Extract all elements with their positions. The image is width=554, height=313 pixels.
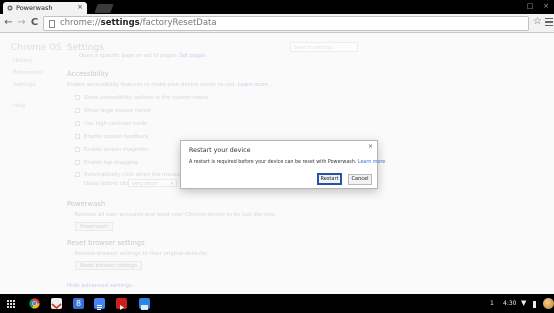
notification-count[interactable]: 1 — [490, 300, 494, 307]
shelf: 8 1 4:30 ▼ — [0, 294, 554, 313]
close-window-icon[interactable]: × — [538, 0, 554, 14]
forward-icon[interactable]: → — [15, 16, 28, 30]
page-icon — [49, 20, 55, 28]
new-tab-button[interactable] — [94, 4, 114, 13]
clock: 4:30 — [503, 300, 517, 307]
chrome-app-icon[interactable] — [29, 298, 40, 309]
gmail-app-icon[interactable] — [51, 298, 62, 310]
dialog-close-icon[interactable]: × — [368, 143, 373, 150]
tab-strip: Powerwash × □ × — [0, 0, 554, 14]
url-scheme: chrome:// — [60, 18, 101, 28]
reload-icon[interactable]: C — [28, 16, 41, 30]
dialog-message-text: A restart is required before your device… — [189, 160, 357, 165]
bookmark-star-icon[interactable]: ☆ — [533, 16, 542, 27]
tab-close-icon[interactable]: × — [77, 3, 83, 11]
app-launcher-icon[interactable] — [7, 300, 15, 308]
avatar[interactable] — [543, 298, 554, 309]
dialog-title: Restart your device — [189, 147, 251, 154]
back-icon[interactable]: ← — [2, 16, 15, 30]
settings-favicon-icon — [7, 5, 13, 11]
dialog-buttons: Restart Cancel — [317, 173, 372, 185]
status-tray[interactable]: 1 4:30 ▼ — [478, 297, 554, 311]
files-app-icon[interactable] — [139, 298, 150, 310]
address-bar[interactable]: chrome://settings/factoryResetData — [43, 16, 529, 31]
youtube-app-icon[interactable] — [116, 298, 127, 310]
url-path: /factoryResetData — [139, 18, 217, 28]
restart-dialog: Restart your device × A restart is requi… — [180, 140, 385, 189]
chrome-menu-icon[interactable] — [545, 18, 553, 28]
dialog-learn-more-link[interactable]: Learn more — [358, 160, 385, 165]
cancel-button[interactable]: Cancel — [348, 174, 372, 185]
battery-icon — [533, 301, 536, 308]
browser-toolbar: ← → C chrome://settings/factoryResetData… — [0, 14, 554, 33]
tab-powerwash[interactable]: Powerwash × — [3, 2, 87, 14]
url-host: settings — [100, 18, 140, 28]
maximize-icon[interactable]: □ — [522, 0, 538, 14]
google-plus-app-icon[interactable]: 8 — [73, 298, 84, 309]
window-controls: □ × — [522, 0, 554, 14]
dialog-message: A restart is required before your device… — [189, 160, 385, 165]
restart-button[interactable]: Restart — [317, 173, 342, 185]
docs-app-icon[interactable] — [94, 298, 105, 310]
wifi-icon: ▼ — [521, 299, 527, 307]
tab-title: Powerwash — [16, 4, 53, 12]
